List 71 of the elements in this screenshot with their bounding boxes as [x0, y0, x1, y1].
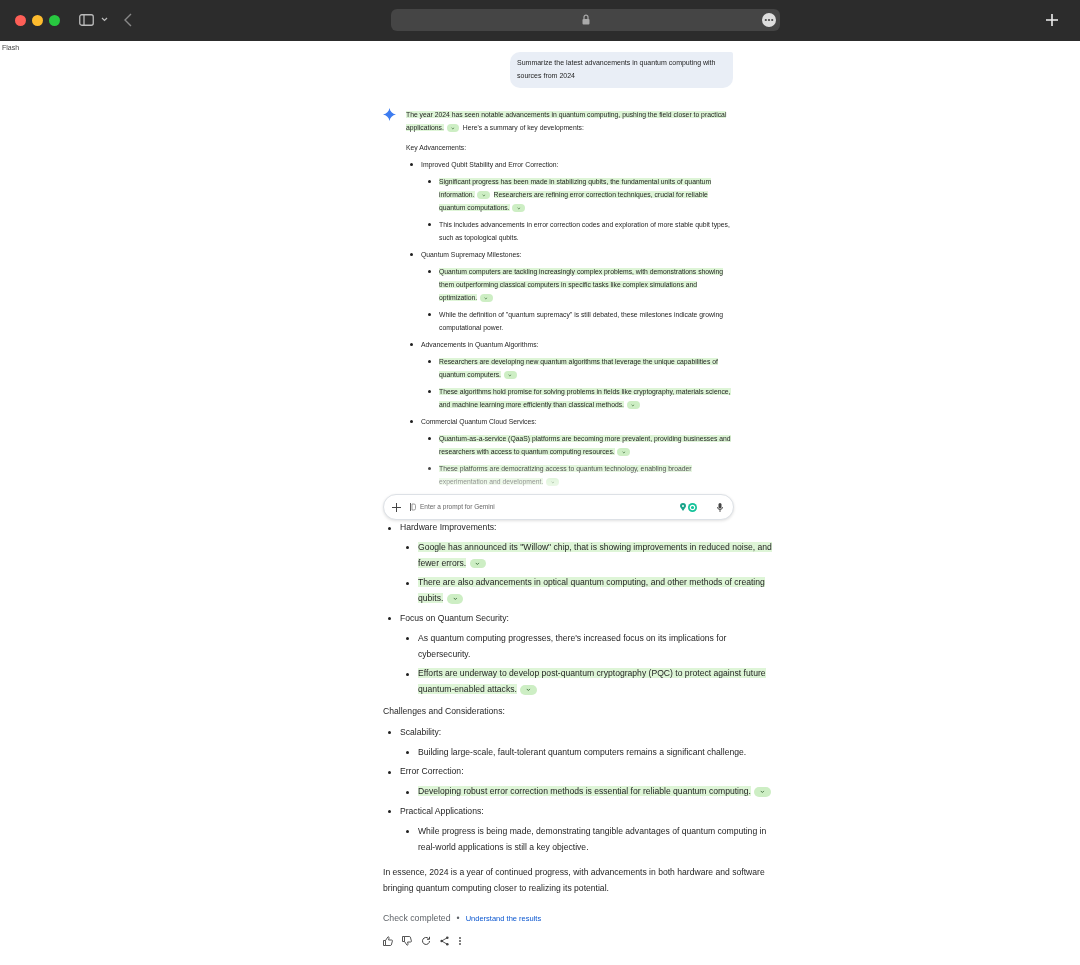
bullet-icon [406, 790, 409, 794]
list-item-text: Google has announced its "Willow" chip, that is showing improvements in reduced noise, and fewer errors. [418, 540, 773, 571]
separator-dot: • [456, 911, 460, 925]
bullet-icon [428, 467, 431, 470]
bullet-icon [406, 672, 409, 676]
bullet-icon [388, 617, 391, 621]
list-item-heading: Focus on Quantum Security: [400, 612, 510, 625]
bullet-icon [410, 343, 413, 346]
bullet-icon [406, 830, 409, 834]
bullet-icon [428, 360, 431, 363]
sparkle-icon [383, 108, 396, 121]
bullet-icon [406, 581, 409, 585]
bullet-icon [388, 731, 391, 735]
list-item-heading: Hardware Improvements: [400, 521, 498, 534]
refresh-icon[interactable] [421, 935, 431, 946]
bullet-icon [406, 546, 409, 550]
check-status: Check completed [383, 911, 451, 925]
bullet-icon [428, 270, 431, 273]
close-window-button[interactable] [15, 15, 26, 26]
lock-icon [582, 14, 590, 25]
microphone-icon[interactable] [717, 502, 723, 512]
bullet-icon [428, 390, 431, 393]
add-icon[interactable] [392, 502, 401, 512]
chevron-down-icon [621, 450, 626, 454]
list-item-heading: Error Correction: [400, 765, 465, 779]
section-heading: Challenges and Considerations: [383, 704, 506, 718]
bullet-icon [406, 751, 409, 755]
bullet-icon [428, 437, 431, 440]
chevron-down-icon [631, 403, 636, 407]
list-item-text: While progress is being made, demonstrating tangible advantages of quantum computing in real-world applications is still a key objective. [418, 824, 768, 854]
new-tab-icon[interactable] [1046, 14, 1058, 26]
chevron-down-icon [481, 193, 486, 197]
chevron-down-icon [484, 296, 489, 300]
more-options-icon[interactable] [458, 935, 462, 946]
chevron-down-icon [475, 561, 481, 566]
sidebar-icon[interactable] [79, 14, 94, 26]
chevron-down-icon [526, 688, 531, 692]
bullet-icon [406, 637, 409, 641]
list-item-text: Efforts are underway to develop post-quantum cryptography (PQC) to protect against future quantum-enabled attacks. [418, 667, 767, 697]
list-item-text: Building large-scale, fault-tolerant quantum computers remains a significant challenge. [418, 745, 748, 759]
share-icon[interactable] [440, 935, 449, 946]
bullet-icon [388, 526, 391, 530]
bullet-icon [428, 180, 431, 183]
bullet-icon [428, 223, 431, 226]
chevron-down-icon [516, 206, 521, 210]
chevron-down-icon[interactable] [101, 17, 108, 22]
bullet-icon [428, 313, 431, 316]
bullet-icon [410, 420, 413, 423]
chevron-down-icon [452, 597, 458, 601]
bullet-icon [410, 253, 413, 256]
address-bar[interactable] [391, 9, 780, 31]
back-icon[interactable] [124, 13, 132, 27]
list-item-heading: Scalability: [400, 725, 443, 739]
chevron-down-icon [451, 126, 455, 130]
summary-paragraph: In essence, 2024 is a year of continued progress, with advancements in both hardware and software bringing quantum computing closer to realizing its potential. [383, 866, 766, 896]
grammar-assistant-icon[interactable] [688, 502, 697, 512]
bullet-icon [410, 163, 413, 166]
location-pin-icon[interactable] [680, 503, 686, 511]
zoom-window-button[interactable] [49, 15, 60, 26]
minimize-window-button[interactable] [32, 15, 43, 26]
chevron-down-icon [760, 790, 765, 794]
list-item-text: As quantum computing progresses, there's increased focus on its implications for cybersecurity. [418, 631, 728, 661]
thumbs-up-icon[interactable] [383, 935, 393, 946]
thumbs-down-icon[interactable] [402, 935, 412, 946]
bullet-icon [388, 810, 391, 814]
chevron-down-icon [508, 373, 512, 377]
more-icon[interactable] [762, 13, 776, 27]
list-item-text: There are also advancements in optical quantum computing, and other methods of creating qubits. [418, 576, 766, 606]
list-item-heading: Practical Applications: [400, 804, 485, 818]
text-cursor-icon [410, 503, 416, 511]
bullet-icon [388, 770, 391, 774]
